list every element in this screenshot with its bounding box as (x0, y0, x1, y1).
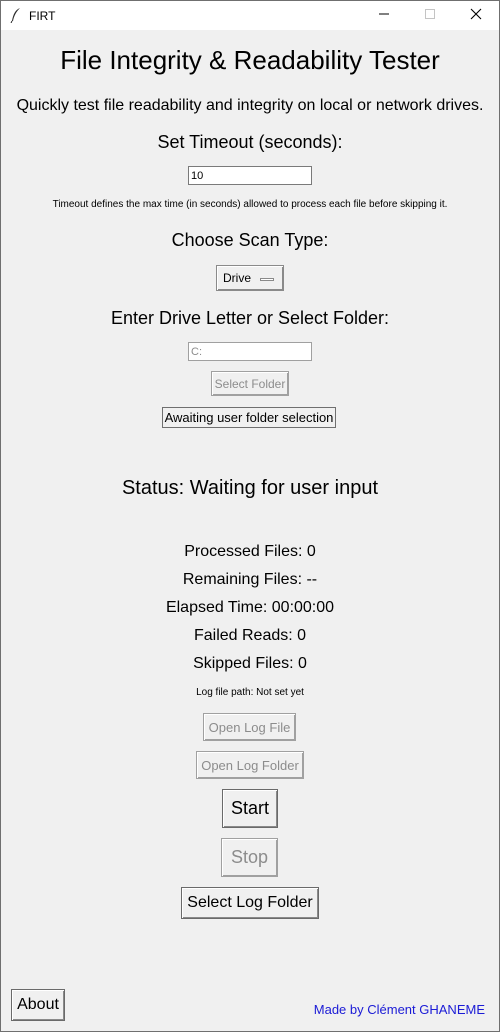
about-button[interactable]: About (11, 989, 65, 1021)
log-file-path: Log file path: Not set yet (196, 687, 304, 698)
window-title: FIRT (29, 9, 56, 23)
select-folder-button[interactable]: Select Folder (211, 371, 289, 396)
maximize-icon (424, 7, 436, 25)
timeout-input[interactable]: 10 (188, 166, 312, 185)
open-log-folder-button[interactable]: Open Log Folder (196, 751, 304, 779)
close-button[interactable] (453, 1, 499, 30)
scan-type-dropdown[interactable]: Drive (216, 265, 284, 291)
feather-icon (9, 7, 23, 24)
processed-files: Processed Files: 0 (184, 543, 316, 560)
open-log-file-button[interactable]: Open Log File (203, 713, 296, 741)
timeout-label: Set Timeout (seconds): (157, 132, 343, 152)
minimize-icon (378, 7, 390, 25)
remaining-files: Remaining Files: -- (182, 571, 318, 588)
status-text: Status: Waiting for user input (121, 477, 379, 499)
maximize-button[interactable] (407, 1, 453, 30)
dropdown-indicator-icon (260, 278, 274, 281)
author-credit: Made by Clément GHANEME (313, 1002, 485, 1017)
app-window: FIRT File Integrity & Readability Tester… (0, 0, 500, 1032)
scan-type-label: Choose Scan Type: (171, 230, 329, 250)
stop-button[interactable]: Stop (221, 838, 278, 877)
select-log-folder-button[interactable]: Select Log Folder (181, 887, 319, 919)
failed-reads: Failed Reads: 0 (193, 627, 307, 644)
page-title: File Integrity & Readability Tester (60, 45, 440, 75)
start-button[interactable]: Start (222, 789, 278, 828)
title-bar: FIRT (1, 1, 499, 30)
scan-type-selected: Drive (223, 271, 252, 285)
timeout-help-text: Timeout defines the max time (in seconds… (52, 199, 448, 210)
close-icon (470, 7, 482, 25)
skipped-files: Skipped Files: 0 (193, 655, 307, 672)
page-subtitle: Quickly test file readability and integr… (16, 97, 484, 114)
drive-letter-input[interactable]: C: (188, 342, 312, 361)
folder-selection-status: Awaiting user folder selection (162, 407, 336, 428)
target-label: Enter Drive Letter or Select Folder: (110, 308, 390, 328)
elapsed-time: Elapsed Time: 00:00:00 (165, 599, 335, 616)
minimize-button[interactable] (361, 1, 407, 30)
